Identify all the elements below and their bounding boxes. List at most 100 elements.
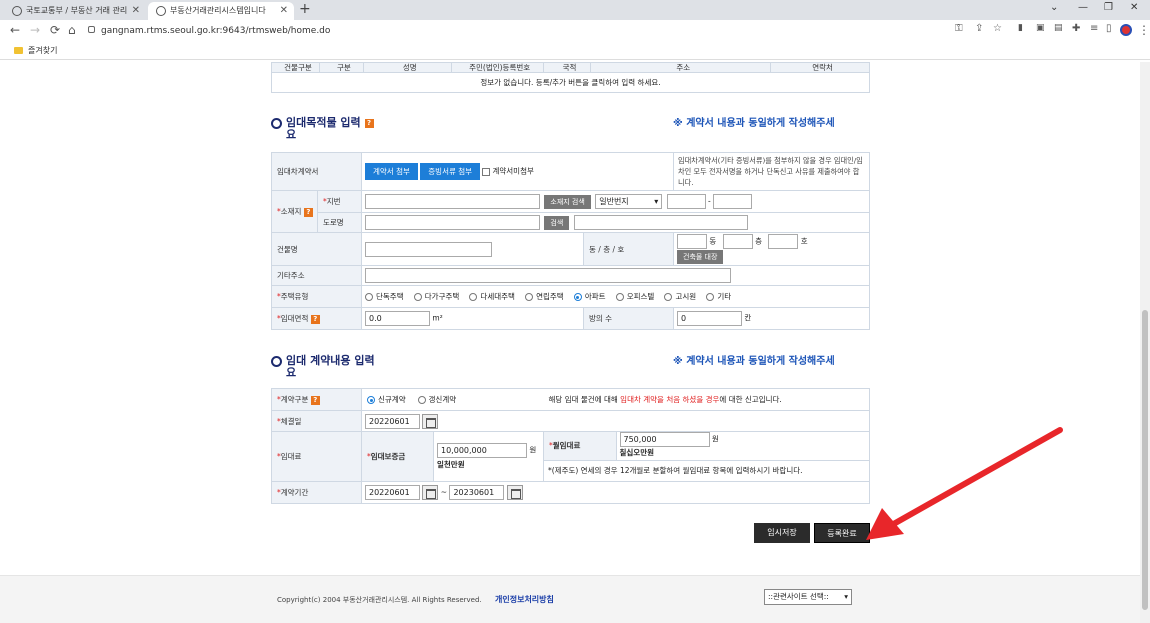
attach-proof-button[interactable]: 증빙서류 첨부 — [420, 163, 481, 180]
menu-icon[interactable]: ⋮ — [1138, 23, 1150, 37]
minimize-icon[interactable]: — — [1078, 2, 1088, 13]
section-title-rental-object: 임대목적물 입력 ? 요 — [271, 114, 374, 140]
calendar-icon[interactable] — [422, 485, 439, 500]
house-type-option[interactable]: 다세대주택 — [469, 292, 515, 301]
rooms-input[interactable]: 0 — [677, 311, 742, 326]
area-input[interactable]: 0.0 — [365, 311, 430, 326]
share-icon[interactable]: ⇪ — [975, 23, 983, 34]
house-type-option[interactable]: 고시원 — [664, 292, 696, 301]
section-title-wrap: 요 — [286, 366, 297, 379]
location-label-text: 소재지 — [280, 207, 302, 216]
house-type-option[interactable]: 오피스텔 — [615, 292, 654, 301]
tab-rtms[interactable]: 부동산거래관리시스템입니다 ✕ — [148, 2, 294, 20]
floor-input[interactable] — [722, 234, 753, 249]
radio-icon — [469, 293, 478, 301]
house-type-cell: 단독주택 다가구주택 다세대주택 연립주택 아파트 오피스텔 고시원 기타 — [361, 285, 870, 308]
building-ledger-button[interactable]: 건축물 대장 — [677, 250, 724, 264]
deposit-cell: 10,000,000 원 일천만원 — [433, 431, 544, 482]
sidebar-icon[interactable]: ▯ — [1106, 23, 1112, 34]
extension-icon[interactable]: ▤ — [1054, 23, 1063, 33]
road-cell: 검색 — [361, 212, 870, 233]
period-end-input[interactable]: 20230601 — [449, 485, 505, 500]
deposit-label-text: 임대보증금 — [370, 452, 406, 461]
lot-type-select[interactable]: 일반번지 ▾ — [595, 194, 663, 209]
house-type-option[interactable]: 기타 — [706, 292, 731, 301]
contract-type-help: 해당 임대 물건에 대해 임대차 계약을 처음 하셨을 경우에 대한 신고입니다… — [549, 395, 782, 404]
renewal-option[interactable]: 갱신계약 — [417, 395, 456, 404]
location-label: *소재지 ? — [271, 190, 318, 233]
attach-contract-button[interactable]: 계약서 첨부 — [365, 163, 418, 180]
calendar-icon[interactable] — [422, 413, 439, 429]
new-tab-icon[interactable]: + — [299, 1, 311, 17]
key-icon[interactable]: ⚿ — [955, 23, 963, 34]
house-type-option-selected[interactable]: 아파트 — [573, 292, 606, 301]
deposit-korean: 일천만원 — [437, 459, 465, 469]
reload-icon[interactable]: ⟳ — [50, 23, 60, 37]
extension-icon[interactable]: ▣ — [1036, 23, 1045, 33]
scrollbar[interactable] — [1140, 62, 1150, 623]
signed-cell: 20220601 — [361, 410, 870, 432]
calendar-icon[interactable] — [506, 485, 523, 500]
close-tab-icon[interactable]: ✕ — [280, 2, 288, 20]
monthly-cell: *월임대료 750,000 원 칠십오만원 *(제주도) 연세의 경우 12개월… — [543, 431, 870, 482]
help-icon[interactable]: ? — [310, 395, 320, 405]
help-icon[interactable]: ? — [310, 314, 320, 324]
help-icon[interactable]: ? — [364, 118, 374, 128]
period-start-input[interactable]: 20220601 — [365, 485, 420, 500]
star-icon[interactable]: ☆ — [993, 23, 1002, 34]
monthly-input[interactable]: 750,000 — [619, 432, 710, 448]
related-sites-select[interactable]: ::관련사이트 선택:: ▾ — [764, 589, 852, 605]
reading-list-icon[interactable]: ≡ — [1090, 23, 1098, 34]
monthly-korean: 칠십오만원 — [619, 448, 655, 458]
scrollbar-thumb[interactable] — [1142, 310, 1148, 610]
help-icon[interactable]: ? — [303, 207, 313, 217]
area-unit: m² — [432, 313, 443, 323]
rental-object-table: 임대차계약서 계약서 첨부 증빙서류 첨부 계약서미첨부 임대차계약서(기타 증… — [271, 152, 870, 330]
house-type-label-text: 아파트 — [584, 292, 606, 301]
road-input[interactable] — [365, 215, 540, 230]
close-tab-icon[interactable]: ✕ — [132, 2, 140, 20]
restore-icon[interactable]: ❐ — [1104, 2, 1113, 13]
tab-search-icon[interactable]: ⌄ — [1050, 2, 1058, 13]
other-addr-cell — [361, 265, 870, 286]
road-detail-input[interactable] — [573, 215, 748, 230]
deposit-input[interactable]: 10,000,000 — [437, 442, 527, 458]
privacy-link[interactable]: 개인정보처리방침 — [495, 594, 554, 605]
signed-date-input[interactable]: 20220601 — [365, 413, 420, 429]
building-input[interactable] — [365, 241, 492, 257]
main-number-input[interactable] — [666, 194, 706, 209]
house-type-option[interactable]: 단독주택 — [365, 292, 404, 301]
temp-save-button[interactable]: 임시저장 — [754, 523, 810, 543]
house-type-option[interactable]: 연립주택 — [525, 292, 564, 301]
deposit-label: *임대보증금 — [361, 431, 434, 482]
ho-input[interactable] — [768, 234, 799, 249]
road-search-button[interactable]: 검색 — [544, 215, 570, 230]
new-contract-option[interactable]: 신규계약 — [367, 395, 406, 404]
home-icon[interactable]: ⌂ — [68, 23, 76, 37]
contract-type-cell: 신규계약 갱신계약 해당 임대 물건에 대해 임대차 계약을 처음 하셨을 경우… — [361, 388, 870, 411]
party-table: 건물구분 구분 성명 주민(법인)등록번호 국적 주소 연락처 정보가 없습니다… — [271, 62, 870, 93]
dong-input[interactable] — [677, 234, 707, 249]
tab-molit[interactable]: 국토교통부 / 부동산 거래 관리 ✕ — [4, 2, 146, 20]
extension-icon[interactable]: ▮ — [1018, 23, 1023, 33]
addr-search-button[interactable]: 소재지 검색 — [544, 194, 591, 209]
browser-chrome: 국토교통부 / 부동산 거래 관리 ✕ 부동산거래관리시스템입니다 ✕ + ⌄ … — [0, 0, 1150, 62]
url-bar[interactable]: gangnam.rtms.seoul.go.kr:9643/rtmsweb/ho… — [88, 23, 948, 39]
period-cell: 20220601 ~ 20230601 — [361, 481, 870, 504]
url-text: gangnam.rtms.seoul.go.kr:9643/rtmsweb/ho… — [101, 26, 331, 36]
other-addr-input[interactable] — [365, 268, 731, 283]
profile-avatar[interactable] — [1120, 24, 1132, 36]
forward-icon[interactable]: → — [30, 23, 40, 37]
sub-number-input[interactable] — [713, 194, 753, 209]
close-window-icon[interactable]: ✕ — [1130, 2, 1138, 13]
back-icon[interactable]: ← — [10, 23, 20, 37]
house-type-option[interactable]: 다가구주택 — [413, 292, 459, 301]
section-title-contract: 임대 계약내용 입력 요 — [271, 352, 375, 378]
jibun-input[interactable] — [365, 194, 540, 209]
no-contract-checkbox[interactable] — [482, 167, 491, 176]
won-unit: 원 — [529, 445, 537, 454]
bookmarks-bar: 즐겨찾기 — [0, 42, 1150, 60]
rooms-label: 방의 수 — [583, 307, 674, 330]
puzzle-icon[interactable]: ✚ — [1072, 23, 1080, 34]
bookmark-favorites[interactable]: 즐겨찾기 — [14, 45, 57, 56]
